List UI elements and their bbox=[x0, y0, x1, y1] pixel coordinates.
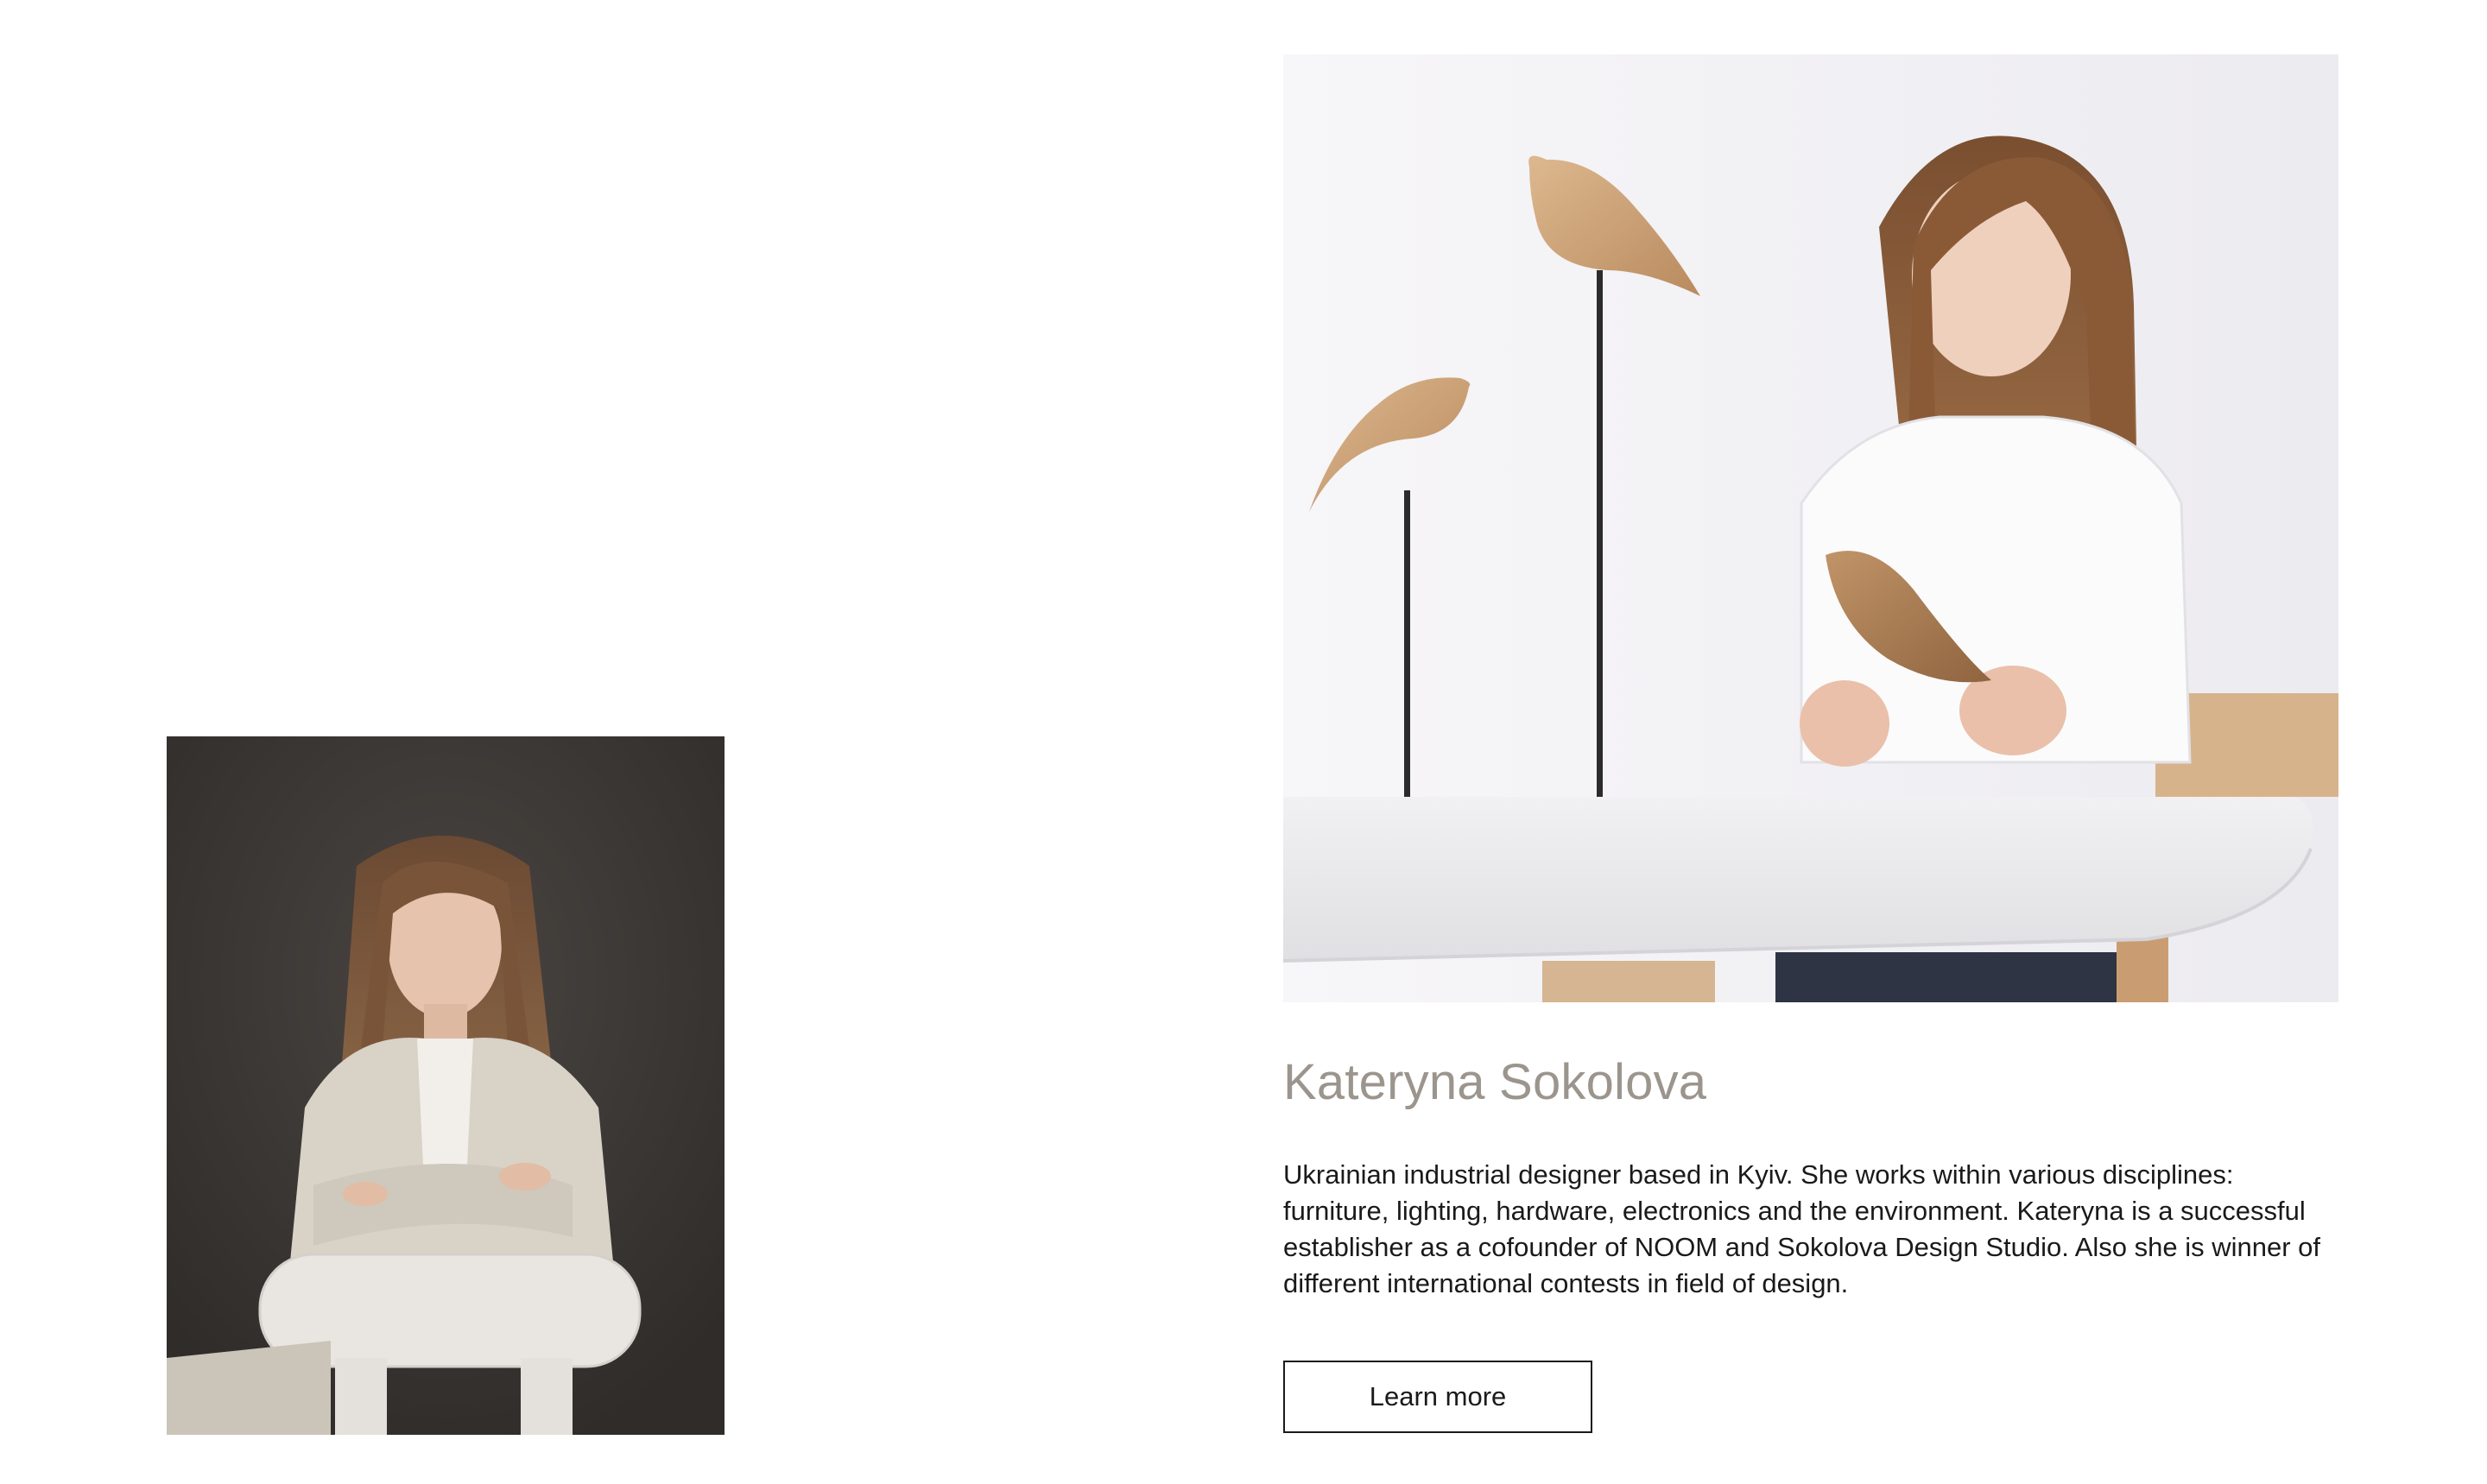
designer-bio: Ukrainian industrial designer based in K… bbox=[1283, 1159, 2321, 1298]
portrait-photo bbox=[167, 736, 725, 1435]
designer-section: Kateryna Sokolova Ukrainian industrial d… bbox=[0, 0, 2487, 1484]
learn-more-button[interactable]: Learn more bbox=[1283, 1361, 1592, 1433]
studio-image bbox=[1283, 54, 2338, 1002]
designer-name: Kateryna Sokolova bbox=[1283, 1054, 1707, 1110]
portrait-image bbox=[167, 736, 725, 1435]
studio-photo bbox=[1283, 54, 2338, 1002]
